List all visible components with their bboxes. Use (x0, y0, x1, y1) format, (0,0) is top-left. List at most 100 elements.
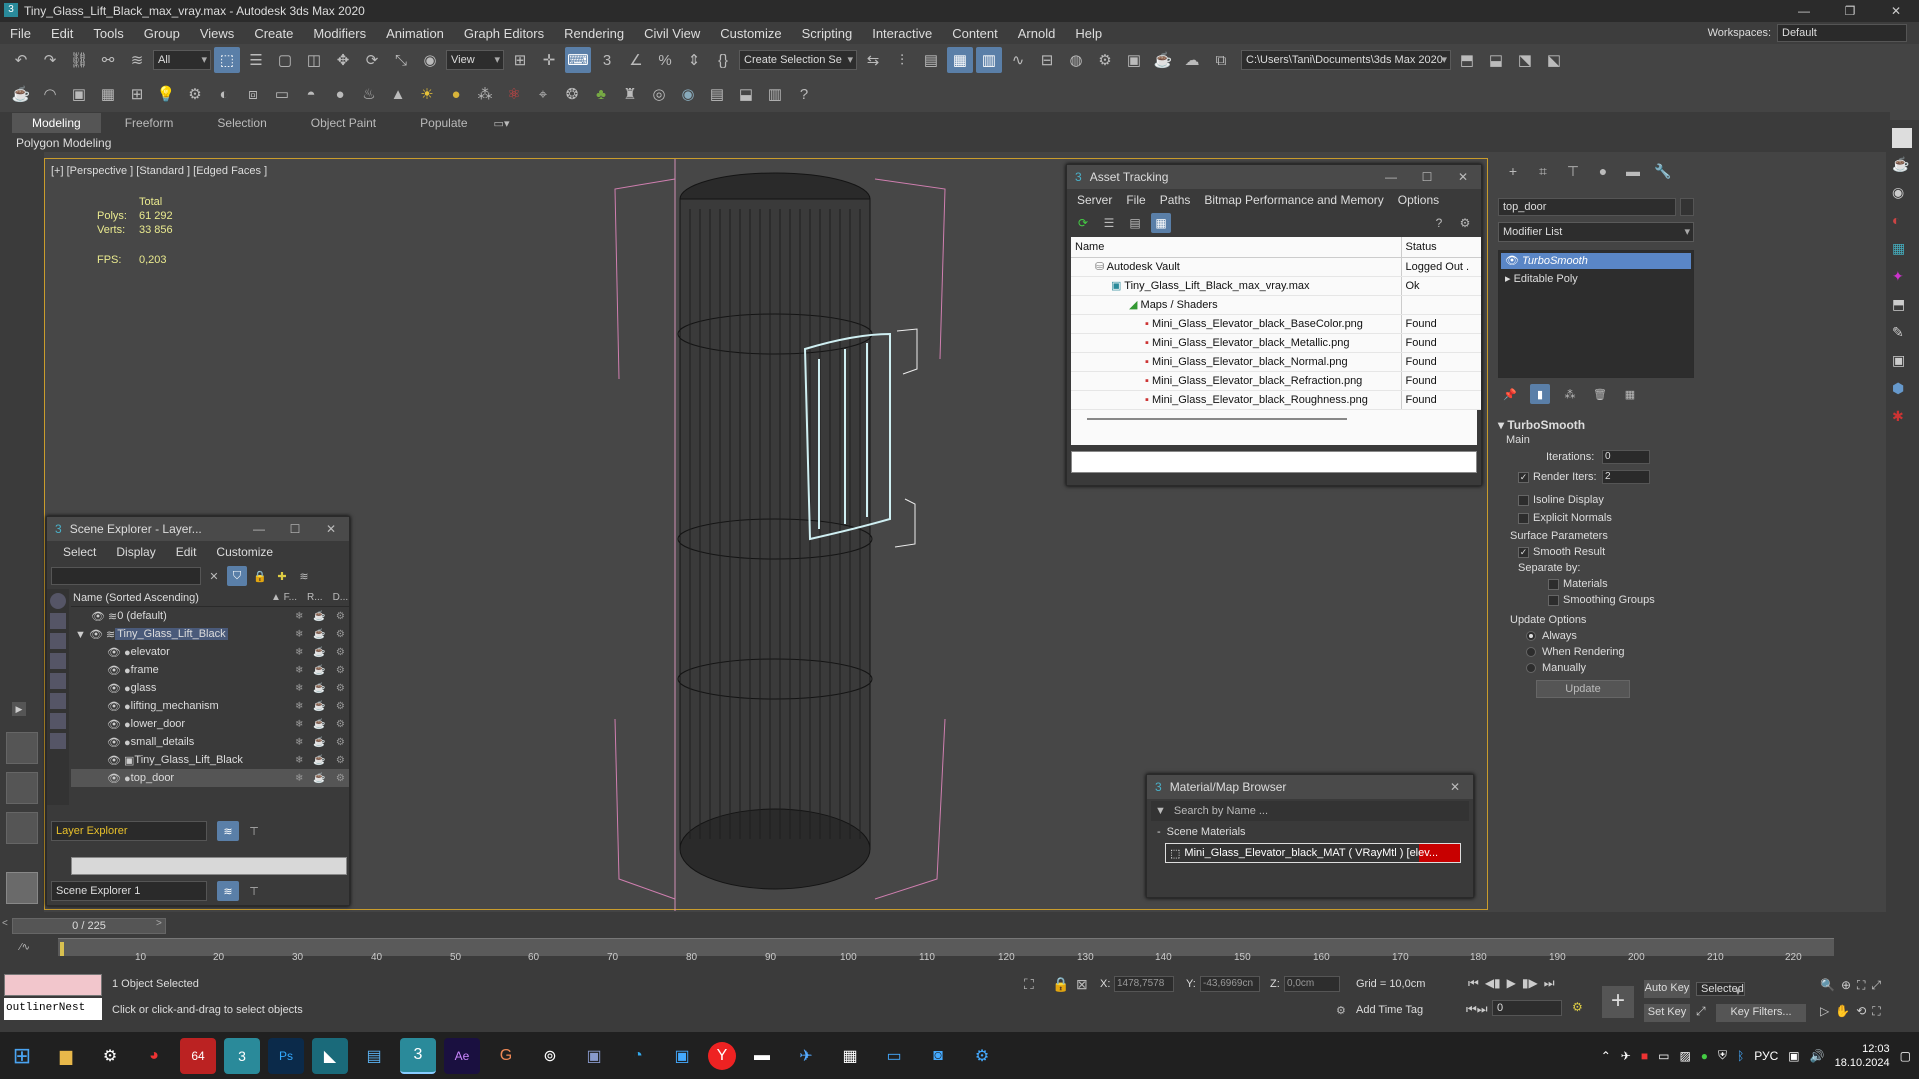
menu-scripting[interactable]: Scripting (792, 26, 863, 41)
tray-telegram-icon[interactable]: ✈ (1621, 1049, 1631, 1063)
calculator-icon[interactable]: ▦ (95, 81, 121, 107)
frame-icon[interactable]: ⬒ (1892, 296, 1912, 316)
camera-filter-icon[interactable] (50, 653, 66, 669)
show-end-result-icon[interactable]: ▮ (1530, 384, 1550, 404)
menu-animation[interactable]: Animation (376, 26, 454, 41)
tray-green-icon[interactable]: ● (1701, 1049, 1708, 1063)
render-online-icon[interactable]: ☁ (1179, 47, 1205, 73)
vray-frame-icon[interactable]: ⬓ (733, 81, 759, 107)
plane-icon[interactable]: ▭ (269, 81, 295, 107)
tray-image-icon[interactable]: ▨ (1679, 1049, 1690, 1063)
stack-item-editable-poly[interactable]: ▸ Editable Poly (1499, 271, 1693, 287)
tray-red-icon[interactable]: ■ (1641, 1049, 1648, 1063)
maxscript-listener-mini[interactable] (4, 974, 102, 996)
named-selection-dropdown[interactable]: Create Selection Se (739, 50, 857, 70)
time-tag-icon[interactable]: ⚙ (1336, 1004, 1346, 1017)
asset-tracking-titlebar[interactable]: 3 Asset Tracking — ☐ ✕ (1067, 165, 1481, 189)
selection-filter-dropdown[interactable]: All (153, 50, 211, 70)
maximize-button[interactable]: ❐ (1827, 0, 1873, 22)
image-icon[interactable]: ▣ (66, 81, 92, 107)
tab-populate[interactable]: Populate (400, 113, 487, 133)
physics-icon[interactable]: ⚛ (501, 81, 527, 107)
list-item[interactable]: 👁 ● lifting_mechanism ❄ ☕ ⚙ (71, 697, 349, 715)
hierarchy-icon[interactable]: ⚙ (182, 81, 208, 107)
tab-object-paint[interactable]: Object Paint (291, 113, 396, 133)
render-iters-checkbox[interactable]: ✓ (1518, 471, 1529, 483)
place-icon[interactable]: ◉ (417, 47, 443, 73)
cone-icon[interactable]: ▲ (385, 81, 411, 107)
expand-arrow-icon[interactable]: ▶ (12, 702, 26, 716)
list-item[interactable]: 👁 ≋ 0 (default) ❄ ☕ ⚙ (71, 607, 349, 625)
se-menu-customize[interactable]: Customize (210, 545, 279, 559)
notepad-icon[interactable]: ▤ (356, 1038, 392, 1074)
scene-search-input[interactable] (51, 567, 201, 585)
table-row[interactable]: ▪ Mini_Glass_Elevator_black_Metallic.png… (1071, 333, 1481, 353)
scene-explorer-hscroll[interactable] (71, 857, 347, 875)
asset-tracking-minimize-icon[interactable]: — (1373, 165, 1409, 189)
project-path-dropdown[interactable]: C:\Users\Tani\Documents\3ds Max 2020 (1241, 50, 1451, 70)
menu-interactive[interactable]: Interactive (862, 26, 942, 41)
net-icon[interactable]: ⌖ (530, 81, 556, 107)
collapse-icon[interactable]: - (1157, 826, 1161, 838)
fov-icon[interactable]: ▷ (1820, 1004, 1829, 1019)
teapot-light-icon[interactable]: ☕ (1892, 156, 1912, 176)
material-editor-icon[interactable]: ◍ (1063, 47, 1089, 73)
yandex-icon[interactable]: Y (708, 1041, 736, 1070)
align-icon[interactable]: ⫶ (889, 47, 915, 73)
asset-menu-server[interactable]: Server (1071, 193, 1118, 207)
notification-icon[interactable]: ▢ (1900, 1049, 1911, 1063)
clear-search-icon[interactable]: ✕ (205, 567, 223, 585)
list-item[interactable]: 👁 ▣ Tiny_Glass_Lift_Black ❄ ☕ ⚙ (71, 751, 349, 769)
teapot-icon[interactable]: ☕ (8, 81, 34, 107)
cube-icon[interactable]: ⬢ (1892, 380, 1912, 400)
scene-material-item[interactable]: ⬚ Mini_Glass_Elevator_black_MAT ( VRayMt… (1165, 843, 1461, 863)
scene-materials-group[interactable]: - Scene Materials (1151, 823, 1469, 841)
select-manipulate-icon[interactable]: ✛ (536, 47, 562, 73)
keyboard-shortcut-icon[interactable]: ⌨ (565, 47, 591, 73)
menu-tools[interactable]: Tools (83, 26, 133, 41)
key-filters-button[interactable]: Key Filters... (1716, 1004, 1806, 1022)
asset-menu-paths[interactable]: Paths (1154, 193, 1197, 207)
3dsmax-active-icon[interactable]: 3 (400, 1037, 436, 1074)
link-icon[interactable]: ⛓ (66, 47, 92, 73)
render-iters-spinner[interactable]: 2 (1602, 470, 1650, 484)
window-crossing-icon[interactable]: ◫ (301, 47, 327, 73)
cube-lock-icon[interactable]: ⧈ (240, 81, 266, 107)
render-icon[interactable]: ☕ (1150, 47, 1176, 73)
menu-civil-view[interactable]: Civil View (634, 26, 710, 41)
table-view-icon[interactable]: ▦ (1151, 213, 1171, 233)
next-frame-icon[interactable]: ▮▶ (1522, 976, 1538, 991)
teapot-2-icon[interactable]: ♨ (356, 81, 382, 107)
asset-menu-file[interactable]: File (1120, 193, 1151, 207)
list-item[interactable]: ▼ 👁 ≋ Tiny_Glass_Lift_Black ❄ ☕ ⚙ (71, 625, 349, 643)
asset-tracking-close-icon[interactable]: ✕ (1445, 165, 1481, 189)
keyboard-language[interactable]: РУС (1754, 1049, 1778, 1063)
project-new-icon[interactable]: ⬔ (1512, 47, 1538, 73)
set-key-big-icon[interactable]: + (1602, 986, 1634, 1018)
shape-filter-icon[interactable] (50, 613, 66, 629)
asset-path-field[interactable] (1071, 451, 1477, 473)
menu-file[interactable]: File (0, 26, 41, 41)
sun-icon[interactable]: ☀ (414, 81, 440, 107)
sphere-light-icon[interactable]: ● (327, 81, 353, 107)
project-folder-icon[interactable]: ⬒ (1454, 47, 1480, 73)
file-explorer-icon[interactable]: ▆ (48, 1038, 84, 1074)
ribbon-subtitle[interactable]: Polygon Modeling (16, 136, 111, 150)
lock-icon[interactable]: 🔒 (251, 567, 269, 585)
list-item[interactable]: 👁 ● frame ❄ ☕ ⚙ (71, 661, 349, 679)
zoom-extents-all-icon[interactable]: ⤢ (1871, 978, 1881, 993)
expand-icon[interactable]: ▸ (1505, 273, 1511, 285)
list-item[interactable]: 👁 ● small_details ❄ ☕ ⚙ (71, 733, 349, 751)
bind-spacewarp-icon[interactable]: ≋ (124, 47, 150, 73)
table-row[interactable]: ▪ Mini_Glass_Elevator_black_Normal.png Fo… (1071, 352, 1481, 372)
photoshop-icon[interactable]: Ps (268, 1037, 304, 1074)
tray-network-icon[interactable]: ▣ (1788, 1049, 1799, 1063)
asset-menu-bitmap[interactable]: Bitmap Performance and Memory (1198, 193, 1389, 207)
menu-views[interactable]: Views (190, 26, 244, 41)
se-col-name[interactable]: Name (Sorted Ascending) (71, 592, 199, 604)
viewport-label[interactable]: [+] [Perspective ] [Standard ] [Edged Fa… (51, 165, 267, 177)
menu-graph-editors[interactable]: Graph Editors (454, 26, 554, 41)
edit-named-sets-icon[interactable]: {} (710, 47, 736, 73)
current-frame-field[interactable]: 0 (1492, 1000, 1562, 1016)
angle-snap-icon[interactable]: ∠ (623, 47, 649, 73)
